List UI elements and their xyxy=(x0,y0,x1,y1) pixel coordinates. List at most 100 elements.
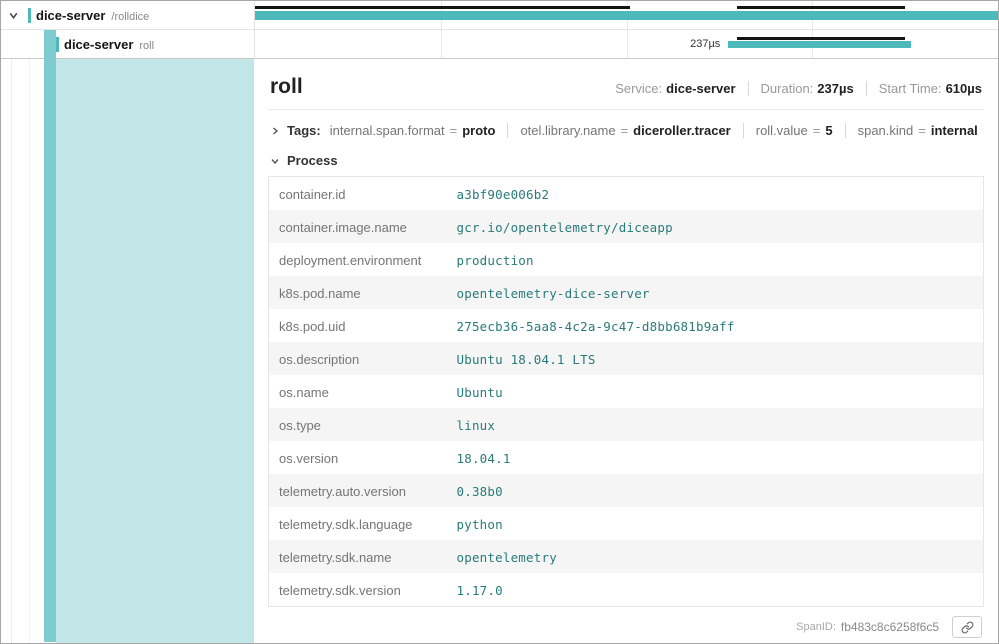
process-row: telemetry.auto.version 0.38b0 xyxy=(269,474,984,507)
tag-equals: = xyxy=(918,123,926,138)
tag-value: diceroller.tracer xyxy=(633,123,731,138)
stat-label: Service: xyxy=(615,81,662,96)
process-key: deployment.environment xyxy=(269,243,447,276)
process-value: 1.17.0 xyxy=(447,573,984,607)
process-key: telemetry.sdk.version xyxy=(269,573,447,607)
trace-timeline: dice-server /rolldice dice-server roll xyxy=(1,1,998,59)
chevron-right-icon xyxy=(270,126,280,136)
process-row: container.image.name gcr.io/opentelemetr… xyxy=(269,210,984,243)
timeline-grid-line xyxy=(441,30,442,58)
stat-label: Start Time: xyxy=(879,81,942,96)
process-value: a3bf90e006b2 xyxy=(447,177,984,211)
span-bar-overlay xyxy=(737,6,905,9)
process-row: telemetry.sdk.name opentelemetry xyxy=(269,540,984,573)
span-name-cell[interactable]: dice-server /rolldice xyxy=(1,1,254,29)
process-row: os.type linux xyxy=(269,408,984,441)
operation-name: roll xyxy=(139,40,154,52)
timeline-grid-line xyxy=(627,30,628,58)
tag-item: roll.value = 5 xyxy=(743,123,833,138)
span-tree-gutter xyxy=(1,59,254,643)
operation-name: /rolldice xyxy=(111,11,149,23)
span-detail-panel: roll Service:dice-server Duration:237µs … xyxy=(254,59,998,643)
main-area: roll Service:dice-server Duration:237µs … xyxy=(1,59,998,643)
span-title: roll xyxy=(270,75,303,99)
tag-key: span.kind xyxy=(858,123,914,138)
tag-equals: = xyxy=(621,123,629,138)
process-value: opentelemetry xyxy=(447,540,984,573)
trace-detail-page: dice-server /rolldice dice-server roll xyxy=(0,0,999,644)
timeline-cell: 237µs xyxy=(254,30,998,58)
process-row: telemetry.sdk.language python xyxy=(269,507,984,540)
service-name: dice-server xyxy=(36,8,105,23)
process-key: os.description xyxy=(269,342,447,375)
chevron-down-icon xyxy=(8,10,19,21)
process-key: k8s.pod.uid xyxy=(269,309,447,342)
span-row-rolldice[interactable]: dice-server /rolldice xyxy=(1,1,998,30)
tag-item: otel.library.name = diceroller.tracer xyxy=(507,123,730,138)
gutter-divider xyxy=(11,59,12,643)
process-key: os.type xyxy=(269,408,447,441)
tag-key: roll.value xyxy=(756,123,808,138)
timeline-cell xyxy=(254,1,998,29)
process-value: python xyxy=(447,507,984,540)
process-key: telemetry.sdk.language xyxy=(269,507,447,540)
span-id-value: fb483c8c6258f6c5 xyxy=(841,620,939,634)
span-stat: Duration:237µs xyxy=(748,81,854,96)
gutter-divider xyxy=(29,59,30,643)
process-key: container.id xyxy=(269,177,447,211)
process-row: telemetry.sdk.version 1.17.0 xyxy=(269,573,984,607)
process-key: os.version xyxy=(269,441,447,474)
process-section-header[interactable]: Process xyxy=(268,140,984,176)
tag-key: internal.span.format xyxy=(330,123,445,138)
process-value: production xyxy=(447,243,984,276)
stat-value: dice-server xyxy=(666,81,735,96)
tag-item: internal.span.format = proto xyxy=(330,123,496,138)
process-kv-body: container.id a3bf90e006b2 container.imag… xyxy=(269,177,984,607)
selected-span-tint xyxy=(56,59,254,643)
tag-key: otel.library.name xyxy=(520,123,615,138)
process-key: k8s.pod.name xyxy=(269,276,447,309)
chevron-down-icon xyxy=(270,156,280,166)
span-id-label: SpanID: xyxy=(796,621,836,633)
process-value: opentelemetry-dice-server xyxy=(447,276,984,309)
process-label: Process xyxy=(287,153,338,168)
stat-value: 237µs xyxy=(817,81,853,96)
process-value: 18.04.1 xyxy=(447,441,984,474)
tag-value: 5 xyxy=(825,123,832,138)
process-row: k8s.pod.name opentelemetry-dice-server xyxy=(269,276,984,309)
span-name-cell[interactable]: dice-server roll xyxy=(1,30,254,58)
span-detail-footer: SpanID: fb483c8c6258f6c5 xyxy=(268,607,984,643)
process-row: os.description Ubuntu 18.04.1 LTS xyxy=(269,342,984,375)
tag-value: internal xyxy=(931,123,978,138)
tags-section-header[interactable]: Tags: internal.span.format = proto otel.li… xyxy=(268,110,984,140)
span-row-roll[interactable]: dice-server roll 237µs xyxy=(1,30,998,59)
deep-link-button[interactable] xyxy=(952,616,982,638)
stat-value: 610µs xyxy=(946,81,982,96)
tags-label: Tags: xyxy=(287,123,321,138)
process-row: deployment.environment production xyxy=(269,243,984,276)
span-bar-roll[interactable] xyxy=(728,41,911,48)
process-row: os.name Ubuntu xyxy=(269,375,984,408)
tag-value: proto xyxy=(462,123,495,138)
process-key: os.name xyxy=(269,375,447,408)
tag-equals: = xyxy=(813,123,821,138)
span-duration-label: 237µs xyxy=(690,30,720,59)
span-bar-rolldice[interactable] xyxy=(255,11,998,20)
process-key: telemetry.auto.version xyxy=(269,474,447,507)
span-name: dice-server roll xyxy=(56,37,154,52)
process-key: telemetry.sdk.name xyxy=(269,540,447,573)
process-value: 275ecb36-5aa8-4c2a-9c47-d8bb681b9aff xyxy=(447,309,984,342)
process-value: 0.38b0 xyxy=(447,474,984,507)
tag-equals: = xyxy=(450,123,458,138)
service-name: dice-server xyxy=(64,37,133,52)
process-value: Ubuntu xyxy=(447,375,984,408)
selected-span-accent-strip xyxy=(44,30,56,642)
span-bar-overlay xyxy=(255,6,630,9)
stat-label: Duration: xyxy=(761,81,814,96)
collapse-chevron-button[interactable] xyxy=(5,7,21,23)
span-stat: Start Time: 610µs xyxy=(866,81,982,96)
process-value: Ubuntu 18.04.1 LTS xyxy=(447,342,984,375)
span-detail-header: roll Service:dice-server Duration:237µs … xyxy=(268,59,984,110)
link-icon xyxy=(961,621,974,634)
span-bar-overlay xyxy=(737,37,905,40)
